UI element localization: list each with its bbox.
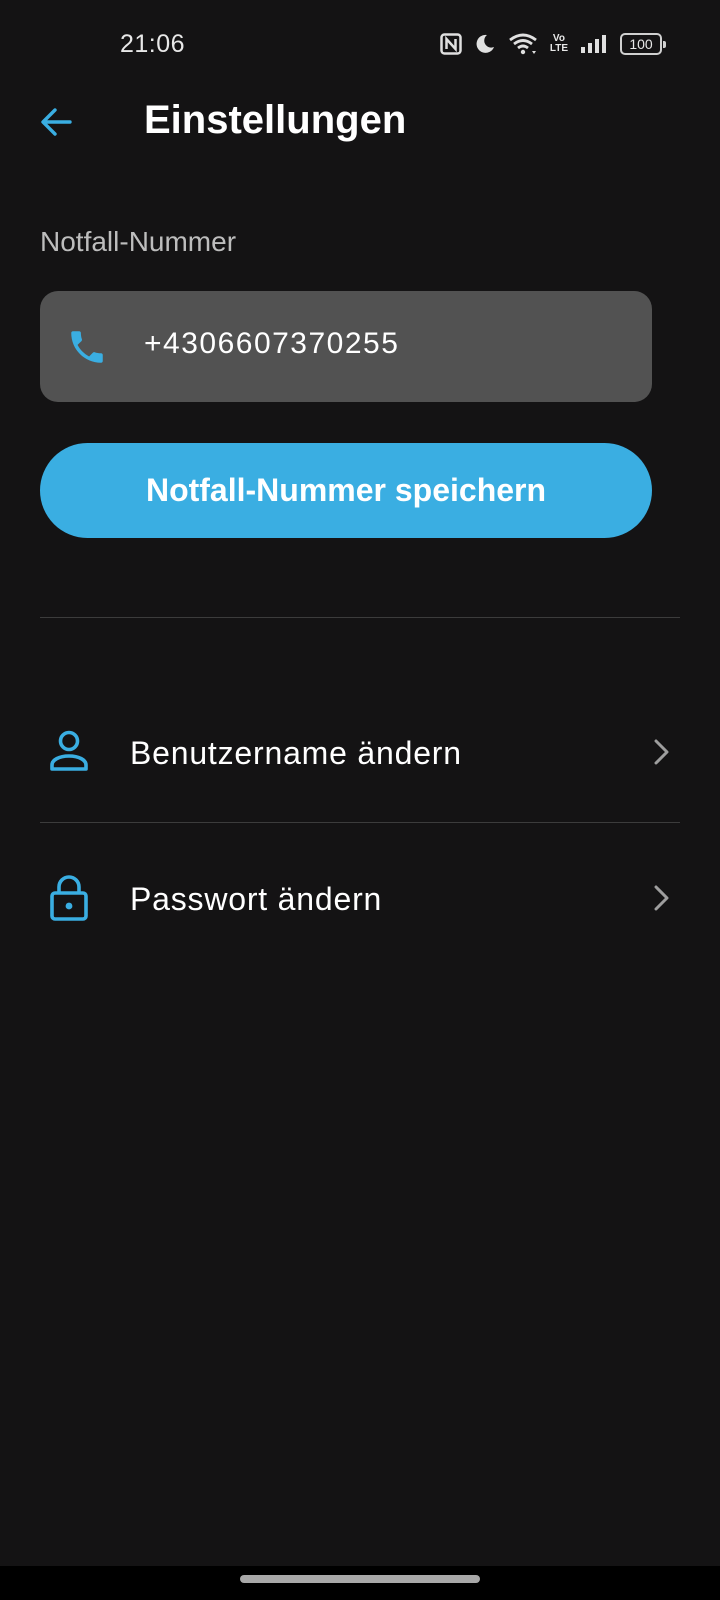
section-divider bbox=[40, 617, 680, 618]
status-time: 21:06 bbox=[120, 30, 186, 58]
change-username-item[interactable]: Benutzername ändern bbox=[40, 697, 680, 807]
wifi-icon bbox=[508, 32, 538, 56]
save-emergency-number-button[interactable]: Notfall-Nummer speichern bbox=[40, 443, 652, 538]
volte-icon: Vo LTE bbox=[550, 34, 568, 54]
volte-bottom-text: LTE bbox=[549, 43, 568, 54]
home-gesture-handle[interactable] bbox=[240, 1575, 480, 1583]
app-bar: Einstellungen bbox=[0, 90, 720, 156]
phone-icon bbox=[66, 326, 108, 368]
status-icons: Vo LTE 100 bbox=[440, 32, 666, 56]
emergency-number-label: Notfall-Nummer bbox=[40, 226, 237, 257]
back-button[interactable] bbox=[36, 104, 76, 144]
page-title: Einstellungen bbox=[144, 98, 407, 142]
nfc-icon bbox=[440, 33, 462, 55]
list-divider bbox=[40, 822, 680, 823]
moon-icon bbox=[474, 33, 496, 55]
lock-icon bbox=[44, 873, 94, 923]
arrow-left-icon bbox=[38, 104, 74, 145]
chevron-right-icon bbox=[646, 883, 676, 913]
emergency-number-value: +4306607370255 bbox=[144, 327, 400, 360]
signal-icon bbox=[580, 34, 608, 54]
status-bar: 21:06 Vo LTE 100 bbox=[0, 0, 720, 90]
change-password-label: Passwort ändern bbox=[130, 881, 383, 917]
battery-icon: 100 bbox=[620, 33, 666, 55]
navigation-bar bbox=[0, 1566, 720, 1600]
battery-level: 100 bbox=[629, 36, 653, 52]
emergency-number-input[interactable]: +4306607370255 bbox=[40, 291, 652, 402]
chevron-right-icon bbox=[646, 737, 676, 767]
change-username-label: Benutzername ändern bbox=[130, 735, 462, 771]
change-password-item[interactable]: Passwort ändern bbox=[40, 843, 680, 953]
settings-screen: 21:06 Vo LTE 100 Einstellungen Notfall-N… bbox=[0, 0, 720, 1600]
person-icon bbox=[44, 727, 94, 777]
